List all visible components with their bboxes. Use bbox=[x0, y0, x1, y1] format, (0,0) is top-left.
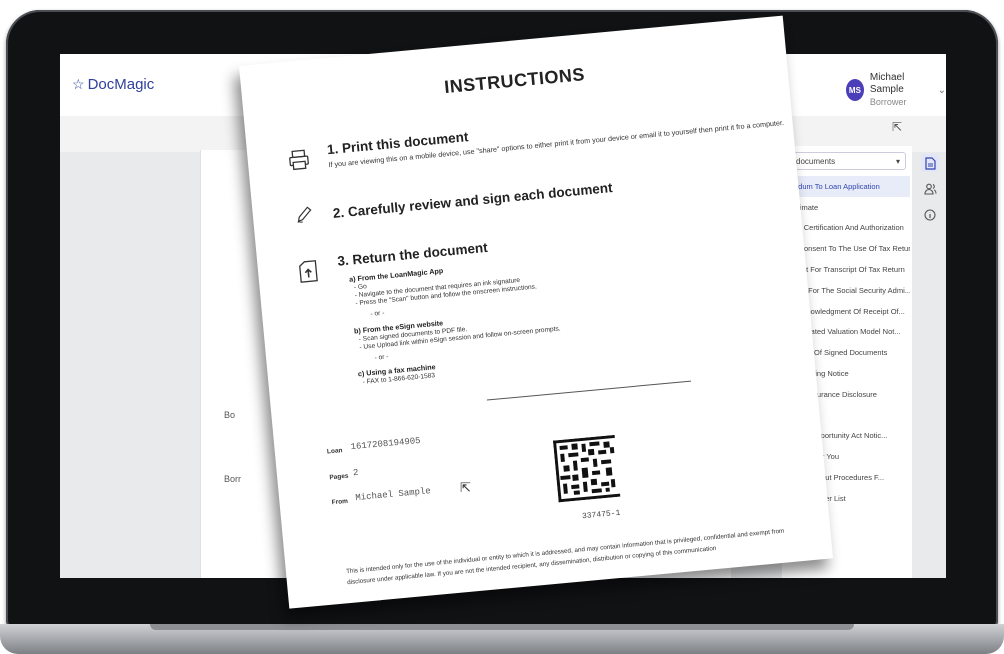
qr-code bbox=[552, 434, 621, 503]
user-name: Michael Sample bbox=[869, 72, 905, 95]
document-list-item[interactable]: stimate bbox=[790, 197, 910, 218]
star-icon: ☆ bbox=[72, 76, 85, 92]
document-list-item[interactable]: r's Certification And Authorization bbox=[790, 218, 910, 239]
loan-number: 1617208194905 bbox=[350, 435, 422, 453]
printer-icon bbox=[287, 148, 311, 178]
laptop-notch bbox=[150, 624, 854, 630]
loan-label: Loan bbox=[326, 447, 343, 456]
option-a-line: - Go bbox=[353, 283, 368, 292]
info-icon[interactable] bbox=[921, 206, 939, 224]
document-icon[interactable] bbox=[921, 154, 939, 172]
pages-count: 2 bbox=[352, 467, 359, 479]
from-label: From bbox=[331, 497, 349, 507]
logo-text: DocMagic bbox=[87, 76, 155, 93]
step2-title: 2. Carefully review and sign each docume… bbox=[332, 180, 614, 221]
avatar: MS bbox=[846, 79, 864, 101]
document-list-item[interactable]: ddum To Loan Application bbox=[790, 176, 910, 197]
or-separator: - or - bbox=[370, 309, 385, 318]
mouse-cursor-icon: ⇱ bbox=[892, 120, 903, 134]
caret-down-icon: ▾ bbox=[895, 156, 900, 166]
instructions-sheet: INSTRUCTIONS 1. Print this document If y… bbox=[239, 15, 834, 609]
chevron-down-icon[interactable]: ⌄ bbox=[938, 85, 946, 96]
user-menu[interactable]: MS Michael Sample Borrower ⌄ bbox=[846, 72, 946, 108]
people-icon[interactable] bbox=[921, 180, 939, 198]
document-list-item[interactable]: uest For Transcript Of Tax Return bbox=[790, 259, 910, 280]
from-name: Michael Sample bbox=[354, 486, 432, 504]
background-label: Bo bbox=[224, 410, 236, 420]
step3-title: 3. Return the document bbox=[336, 239, 489, 269]
option-a-title: a) From the LoanMagic App bbox=[348, 266, 444, 284]
side-toolbar bbox=[918, 146, 942, 232]
pen-icon bbox=[294, 205, 314, 231]
mouse-cursor-icon: ⇱ bbox=[460, 480, 471, 495]
barcode-id: 337475-1 bbox=[581, 508, 621, 522]
documents-dropdown[interactable]: documents ▾ bbox=[790, 152, 906, 170]
signature-line bbox=[486, 380, 692, 401]
document-list-item[interactable]: r Consent To The Use Of Tax Retur... bbox=[790, 238, 910, 259]
upload-document-icon bbox=[297, 260, 320, 290]
pages-label: Pages bbox=[329, 472, 349, 482]
or-separator: - or - bbox=[374, 353, 389, 362]
user-role: Borrower bbox=[869, 97, 907, 107]
app-logo[interactable]: ☆ DocMagic bbox=[72, 76, 154, 93]
background-label: Borr bbox=[224, 474, 242, 484]
documents-dropdown-label: documents bbox=[796, 156, 836, 166]
